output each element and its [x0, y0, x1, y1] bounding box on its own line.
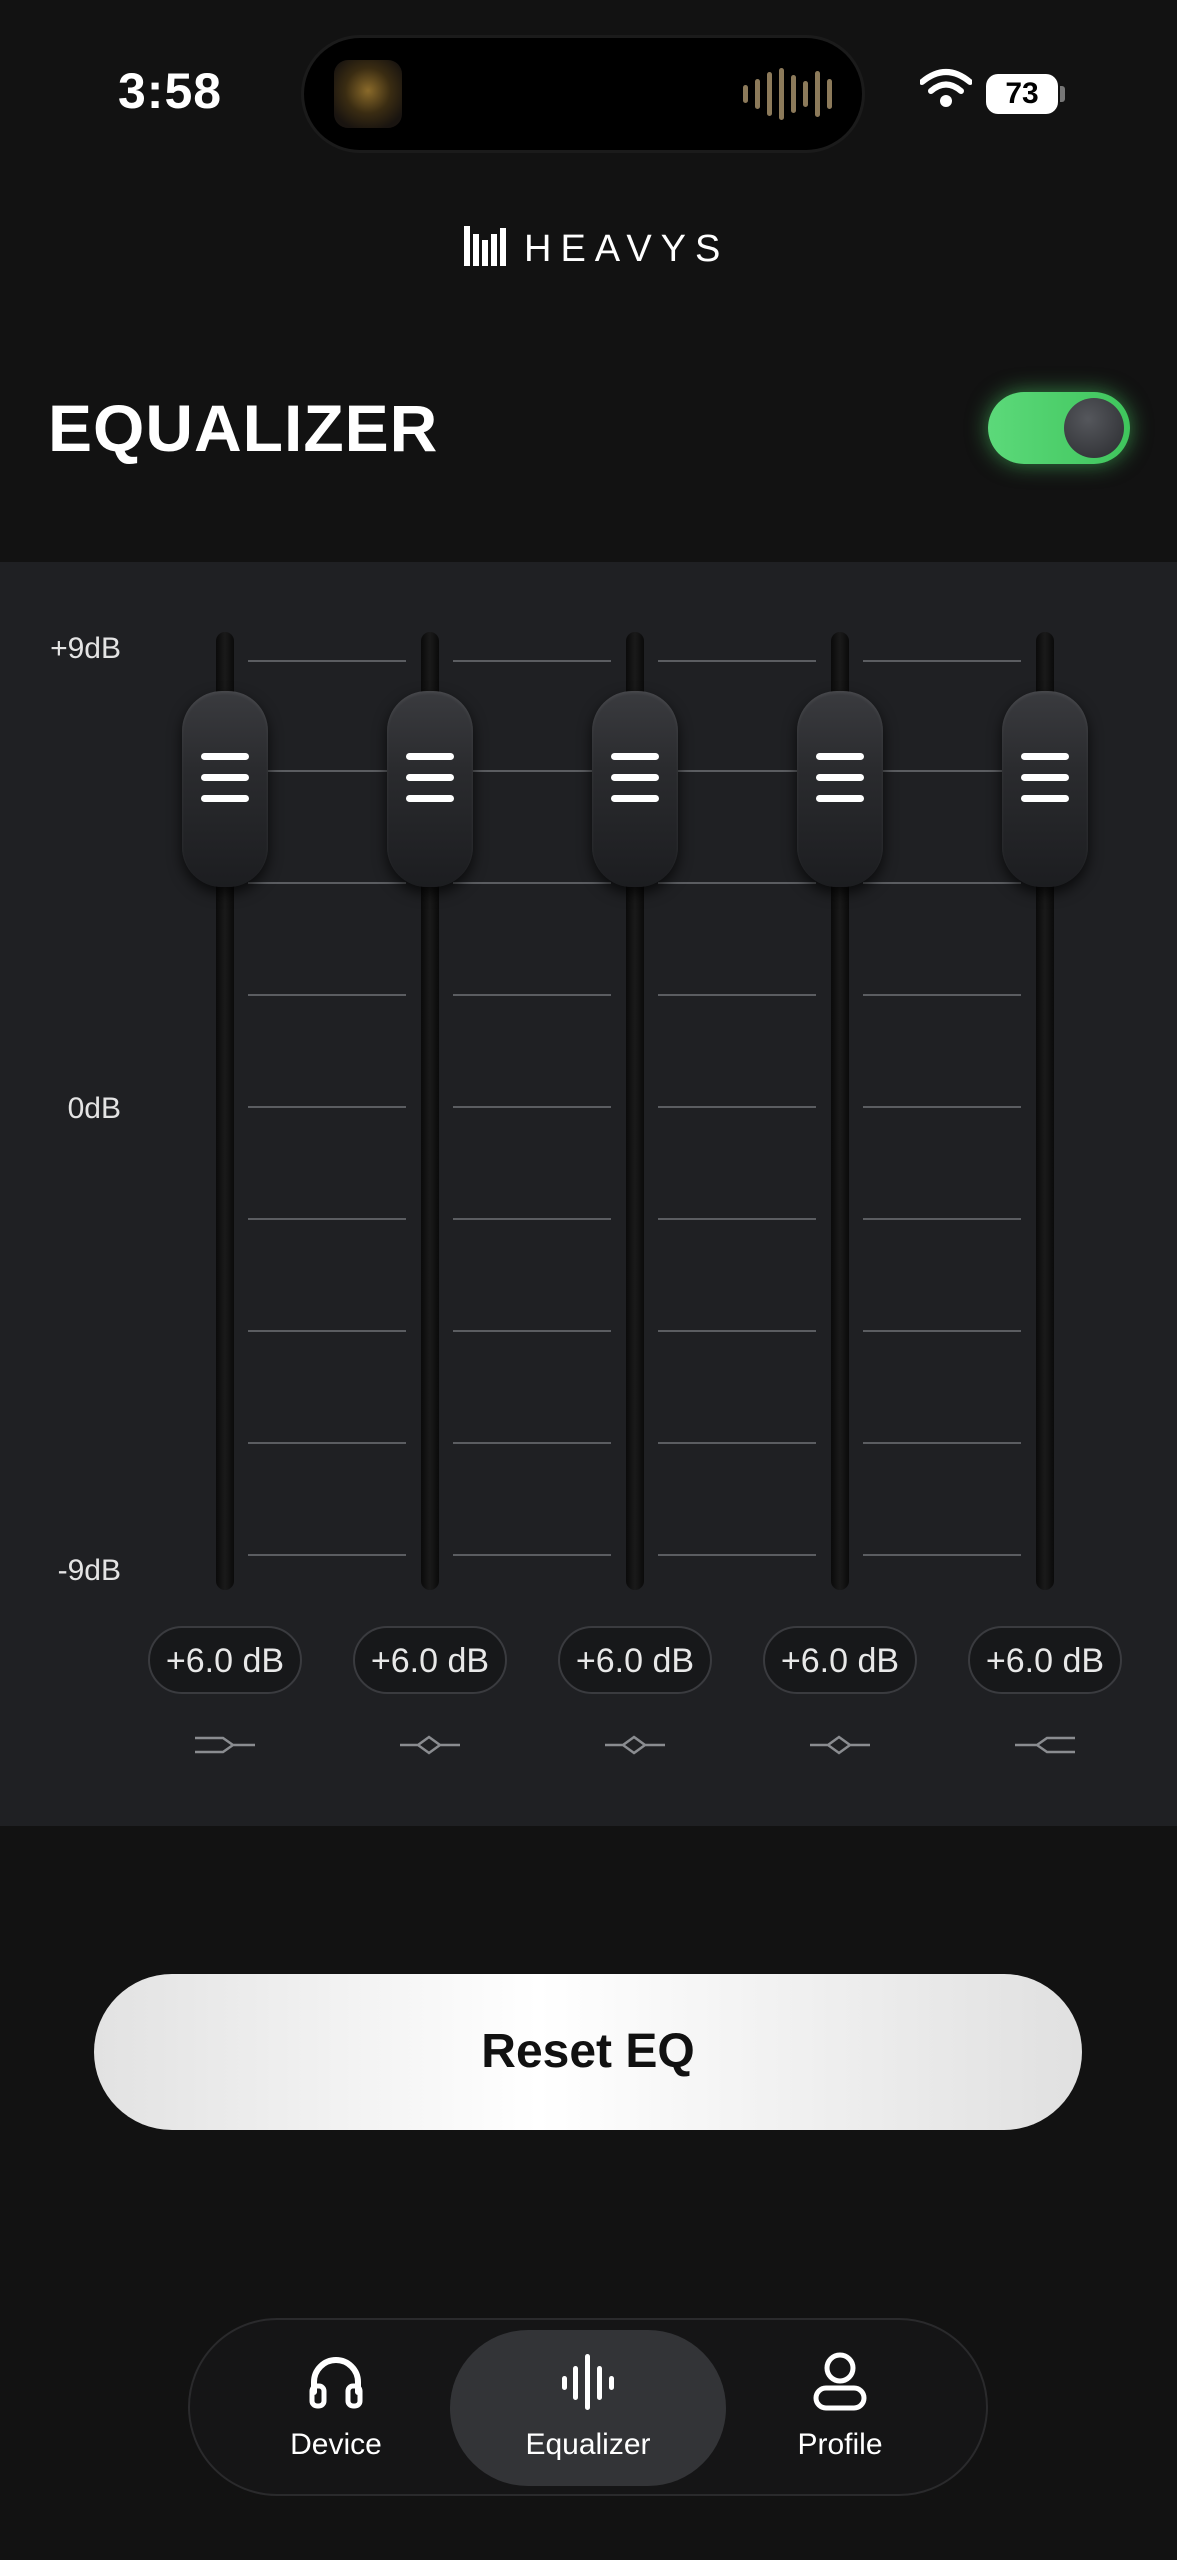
waveform-icon — [562, 2354, 614, 2410]
eq-gridline — [248, 1330, 406, 1332]
brand-name: HEAVYS — [524, 228, 730, 270]
heavys-logo-icon — [464, 226, 506, 266]
tab-label-equalizer: Equalizer — [525, 2428, 651, 2461]
band-value-label[interactable]: +6.0 dB — [968, 1626, 1122, 1694]
peak-icon[interactable] — [603, 1732, 667, 1758]
eq-gridline — [453, 1330, 611, 1332]
equalizer-toggle[interactable] — [988, 392, 1130, 464]
eq-gridline — [658, 994, 816, 996]
eq-slider-thumb[interactable] — [387, 691, 473, 887]
eq-gridline — [453, 1218, 611, 1220]
battery-icon: 73 — [986, 74, 1058, 114]
page-title: EQUALIZER — [48, 391, 439, 465]
grip-icon — [1021, 753, 1069, 816]
eq-gridline — [658, 1330, 816, 1332]
eq-gridline — [863, 1106, 1021, 1108]
band-value-label[interactable]: +6.0 dB — [763, 1626, 917, 1694]
scale-label-top: +9dB — [50, 632, 121, 665]
eq-gridline — [248, 994, 406, 996]
eq-gridline — [248, 1554, 406, 1556]
peak-icon[interactable] — [398, 1732, 462, 1758]
eq-gridline — [658, 660, 816, 662]
eq-gridline — [658, 1218, 816, 1220]
eq-slider-thumb[interactable] — [182, 691, 268, 887]
eq-gridline — [658, 1554, 816, 1556]
tab-equalizer[interactable]: Equalizer — [488, 2330, 688, 2486]
eq-gridline — [248, 770, 406, 772]
eq-slider-thumb[interactable] — [797, 691, 883, 887]
band-value-label[interactable]: +6.0 dB — [353, 1626, 507, 1694]
toggle-knob — [1064, 398, 1124, 458]
tab-label-device: Device — [290, 2428, 382, 2461]
eq-gridline — [453, 1106, 611, 1108]
eq-gridline — [453, 770, 611, 772]
eq-gridline — [658, 1442, 816, 1444]
eq-gridline — [453, 1442, 611, 1444]
eq-gridline — [863, 660, 1021, 662]
eq-gridline — [453, 1554, 611, 1556]
tab-profile[interactable]: Profile — [740, 2330, 940, 2486]
eq-gridline — [248, 1218, 406, 1220]
scale-label-bottom: -9dB — [57, 1554, 121, 1587]
grip-icon — [816, 753, 864, 816]
eq-gridline — [658, 1106, 816, 1108]
band-value-label[interactable]: +6.0 dB — [558, 1626, 712, 1694]
eq-gridline — [453, 994, 611, 996]
grip-icon — [406, 753, 454, 816]
battery-tip — [1060, 86, 1065, 102]
low-shelf-icon[interactable] — [193, 1732, 257, 1758]
grip-icon — [201, 753, 249, 816]
status-time: 3:58 — [118, 63, 223, 119]
waveform-icon — [743, 68, 832, 120]
eq-gridline — [863, 994, 1021, 996]
wifi-icon — [920, 69, 972, 107]
eq-gridline — [248, 660, 406, 662]
tab-label-profile: Profile — [797, 2428, 883, 2461]
eq-slider-thumb[interactable] — [1002, 691, 1088, 887]
eq-gridline — [863, 1442, 1021, 1444]
high-shelf-icon[interactable] — [1013, 1732, 1077, 1758]
eq-gridline — [658, 882, 816, 884]
eq-gridline — [453, 882, 611, 884]
eq-gridline — [863, 1330, 1021, 1332]
peak-icon[interactable] — [808, 1732, 872, 1758]
eq-gridline — [248, 1106, 406, 1108]
eq-gridline — [863, 1218, 1021, 1220]
eq-gridline — [453, 660, 611, 662]
eq-gridline — [658, 770, 816, 772]
reset-eq-button[interactable]: Reset EQ — [94, 1974, 1082, 2130]
tab-device[interactable]: Device — [236, 2330, 436, 2486]
band-value-label[interactable]: +6.0 dB — [148, 1626, 302, 1694]
eq-gridline — [248, 1442, 406, 1444]
eq-gridline — [863, 882, 1021, 884]
scale-label-mid: 0dB — [67, 1092, 121, 1125]
album-art-icon — [334, 60, 402, 128]
eq-slider-thumb[interactable] — [592, 691, 678, 887]
headphones-icon — [309, 2357, 363, 2409]
eq-gridline — [248, 882, 406, 884]
user-icon — [813, 2352, 867, 2411]
eq-gridline — [863, 1554, 1021, 1556]
grip-icon — [611, 753, 659, 816]
eq-gridline — [863, 770, 1021, 772]
dynamic-island[interactable] — [304, 38, 862, 150]
